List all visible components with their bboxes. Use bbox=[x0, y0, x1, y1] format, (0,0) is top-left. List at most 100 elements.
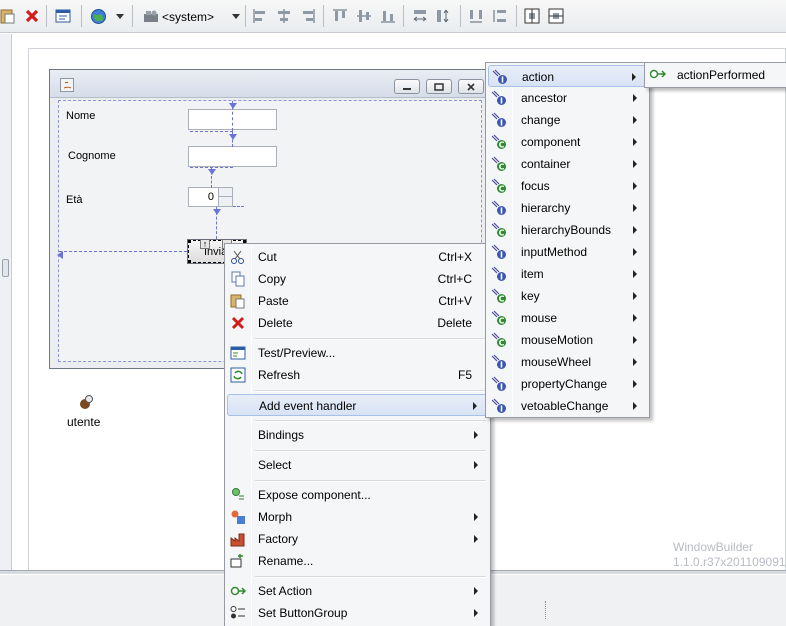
submenu-arrow-icon bbox=[473, 402, 477, 410]
menu-item-inputmethod[interactable]: IinputMethod bbox=[488, 241, 647, 263]
beans-icon bbox=[143, 9, 159, 26]
menu-item-label: Paste bbox=[258, 294, 289, 308]
menu-item-factory[interactable]: Factory bbox=[227, 528, 488, 550]
class-listener-icon: C bbox=[491, 178, 507, 194]
submenu-arrow-icon bbox=[633, 138, 637, 146]
cognome-field[interactable] bbox=[188, 146, 277, 167]
version-line-1: WindowBuilder bbox=[673, 540, 754, 554]
align-middle-icon[interactable] bbox=[355, 6, 373, 26]
menu-item-actionperformed[interactable]: actionPerformed bbox=[646, 64, 786, 86]
menu-item-cut[interactable]: Cut Ctrl+X bbox=[227, 246, 488, 268]
menu-item-test-preview[interactable]: Test/Preview... bbox=[227, 342, 488, 364]
delete-icon bbox=[230, 315, 246, 331]
delete-icon[interactable] bbox=[23, 6, 41, 26]
align-right-icon[interactable] bbox=[299, 6, 317, 26]
selection-handle[interactable] bbox=[188, 260, 191, 263]
paste-icon[interactable] bbox=[0, 6, 16, 26]
svg-text:I: I bbox=[500, 119, 503, 128]
space-horizontal-icon[interactable] bbox=[466, 6, 486, 26]
menu-item-mousewheel[interactable]: ImouseWheel bbox=[488, 351, 647, 373]
menu-item-hierarchybounds[interactable]: ChierarchyBounds bbox=[488, 219, 647, 241]
toolbar-separator bbox=[132, 5, 133, 27]
menu-item-vetoablechange[interactable]: IvetoableChange bbox=[488, 395, 647, 417]
interface-listener-icon: I bbox=[491, 112, 507, 128]
menu-item-component[interactable]: Ccomponent bbox=[488, 131, 647, 153]
menu-item-rename[interactable]: Rename... bbox=[227, 550, 488, 572]
menu-item-propertychange[interactable]: IpropertyChange bbox=[488, 373, 647, 395]
menu-item-set-buttongroup[interactable]: Set ButtonGroup bbox=[227, 602, 488, 624]
toolbar: <system> bbox=[0, 0, 786, 33]
menu-item-key[interactable]: Ckey bbox=[488, 285, 647, 307]
menu-item-morph[interactable]: Morph bbox=[227, 506, 488, 528]
anchor-marker-icon bbox=[57, 248, 63, 262]
menu-item-ancestor[interactable]: Iancestor bbox=[488, 87, 647, 109]
class-listener-icon: C bbox=[491, 156, 507, 172]
align-center-icon[interactable] bbox=[275, 6, 293, 26]
globe-icon[interactable] bbox=[88, 6, 108, 26]
menu-item-action[interactable]: Iaction bbox=[488, 65, 647, 87]
menu-item-label: Set ButtonGroup bbox=[258, 606, 348, 620]
submenu-arrow-icon bbox=[632, 73, 636, 81]
close-button[interactable] bbox=[458, 79, 484, 94]
minimize-button[interactable] bbox=[394, 79, 420, 94]
menu-item-mousemotion[interactable]: CmouseMotion bbox=[488, 329, 647, 351]
menu-item-label: change bbox=[521, 113, 561, 127]
align-top-icon[interactable] bbox=[331, 6, 349, 26]
menu-item-add-event-handler[interactable]: Add event handler bbox=[227, 394, 488, 416]
cognome-label: Cognome bbox=[68, 150, 116, 162]
menu-item-bindings[interactable]: Bindings bbox=[227, 424, 488, 446]
menu-separator bbox=[255, 480, 486, 482]
menu-item-mouse[interactable]: Cmouse bbox=[488, 307, 647, 329]
class-listener-icon: C bbox=[491, 134, 507, 150]
left-scroll-strip bbox=[0, 34, 12, 570]
svg-text:C: C bbox=[499, 339, 505, 348]
submenu-arrow-icon bbox=[633, 94, 637, 102]
selection-handle[interactable] bbox=[188, 240, 191, 243]
menu-item-expose-component[interactable]: Expose component... bbox=[227, 484, 488, 506]
submenu-arrow-icon bbox=[633, 204, 637, 212]
same-width-icon[interactable] bbox=[410, 6, 430, 26]
svg-text:C: C bbox=[499, 317, 505, 326]
menu-item-shortcut: Ctrl+X bbox=[438, 250, 472, 264]
eta-spinner[interactable]: 0 bbox=[188, 187, 233, 207]
system-combo[interactable]: <system> bbox=[140, 6, 244, 27]
preview-icon bbox=[230, 345, 246, 361]
resize-up-arrow-icon[interactable]: ↑ bbox=[200, 240, 210, 249]
menu-item-container[interactable]: Ccontainer bbox=[488, 153, 647, 175]
menu-item-refresh[interactable]: Refresh F5 bbox=[227, 364, 488, 386]
submenu-arrow-icon bbox=[633, 358, 637, 366]
menu-item-set-action[interactable]: Set Action bbox=[227, 580, 488, 602]
version-line-2: 1.1.0.r37x20110909101 bbox=[673, 555, 786, 569]
interface-listener-icon: I bbox=[491, 90, 507, 106]
menu-item-label: ancestor bbox=[521, 91, 568, 105]
chevron-down-icon[interactable] bbox=[113, 6, 127, 26]
menu-item-select[interactable]: Select bbox=[227, 454, 488, 476]
center-horizontal-icon[interactable] bbox=[522, 6, 542, 26]
submenu-arrow-icon bbox=[633, 248, 637, 256]
menu-item-label: inputMethod bbox=[521, 245, 588, 259]
center-vertical-icon[interactable] bbox=[546, 6, 566, 26]
menu-item-focus[interactable]: Cfocus bbox=[488, 175, 647, 197]
menu-item-delete[interactable]: Delete Delete bbox=[227, 312, 488, 334]
menu-item-label: mouseMotion bbox=[521, 333, 594, 347]
svg-text:C: C bbox=[499, 163, 505, 172]
menu-item-item[interactable]: Iitem bbox=[488, 263, 647, 285]
toolbar-separator bbox=[403, 5, 404, 27]
menu-item-label: action bbox=[522, 70, 555, 84]
menu-item-hierarchy[interactable]: Ihierarchy bbox=[488, 197, 647, 219]
menu-item-label: Test/Preview... bbox=[258, 346, 336, 360]
spinner-up-arrow-icon[interactable] bbox=[218, 188, 232, 197]
align-bottom-icon[interactable] bbox=[379, 6, 397, 26]
properties-icon[interactable] bbox=[53, 6, 73, 26]
menu-item-copy[interactable]: Copy Ctrl+C bbox=[227, 268, 488, 290]
maximize-button[interactable] bbox=[426, 79, 452, 94]
align-left-icon[interactable] bbox=[251, 6, 269, 26]
menu-item-paste[interactable]: Paste Ctrl+V bbox=[227, 290, 488, 312]
scrollbar-thumb[interactable] bbox=[2, 259, 9, 277]
menu-item-shortcut: F5 bbox=[457, 368, 472, 382]
space-vertical-icon[interactable] bbox=[490, 6, 510, 26]
action-submenu: actionPerformed bbox=[644, 62, 786, 88]
same-height-icon[interactable] bbox=[433, 6, 453, 26]
menu-item-change[interactable]: Ichange bbox=[488, 109, 647, 131]
class-listener-icon: C bbox=[491, 332, 507, 348]
